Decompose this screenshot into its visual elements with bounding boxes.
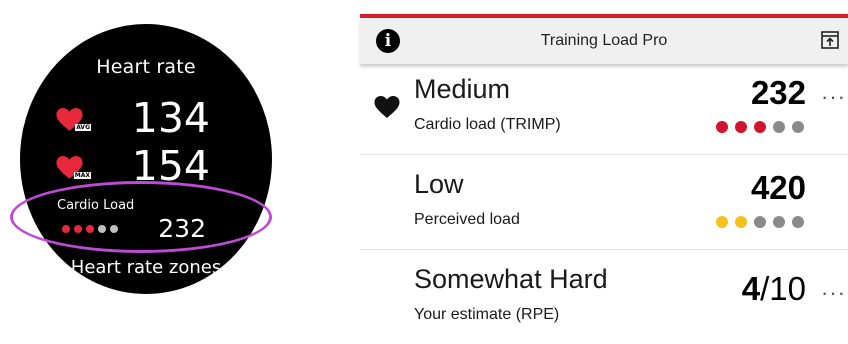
level-dot — [735, 216, 747, 228]
level-dot — [716, 121, 728, 133]
row-subtitle: Your estimate (RPE) — [414, 306, 560, 323]
heart-icon — [374, 96, 400, 119]
row-title: Low — [414, 169, 464, 199]
level-dot — [792, 216, 804, 228]
level-dot — [735, 121, 747, 133]
rpe-value: 4 — [741, 270, 761, 307]
list-item-rpe[interactable]: Somewhat Hard Your estimate (RPE) 4/10 ·… — [360, 250, 848, 344]
row-value: 420 — [750, 169, 806, 206]
heart-rate-zones-label: Heart rate zones — [70, 257, 222, 278]
app-title: Training Load Pro — [540, 32, 668, 49]
row-subtitle: Cardio load (TRIMP) — [414, 116, 561, 133]
level-dot — [773, 216, 785, 228]
more-options-icon[interactable]: ··· — [821, 84, 846, 110]
list-item-cardio-load[interactable]: Medium Cardio load (TRIMP) 232 ··· — [360, 60, 848, 155]
load-level-dots — [716, 121, 804, 133]
more-options-icon[interactable]: ··· — [821, 280, 846, 306]
watch-face: Heart rate AVG 134 MAX 154 Cardio Load 2… — [20, 24, 272, 294]
level-dot — [716, 216, 728, 228]
app-header: i Training Load Pro — [360, 18, 848, 65]
avg-heart-rate-value: 134 — [131, 94, 210, 142]
row-subtitle: Perceived load — [414, 211, 520, 228]
level-dot — [792, 121, 804, 133]
max-heart-icon: MAX — [56, 156, 91, 180]
level-dot — [754, 121, 766, 133]
load-level-dots — [716, 216, 804, 228]
avg-heart-icon: AVG — [56, 108, 91, 132]
max-tag: MAX — [73, 172, 91, 179]
row-title: Medium — [414, 74, 511, 104]
rpe-scale: /10 — [760, 270, 806, 307]
watch-title: Heart rate — [96, 56, 196, 78]
avg-tag: AVG — [75, 124, 91, 131]
export-icon[interactable] — [820, 30, 840, 50]
row-value: 232 — [750, 74, 806, 111]
list-item-perceived-load[interactable]: Low Perceived load 420 — [360, 155, 848, 250]
row-value: 4/10 — [742, 270, 806, 308]
level-dot — [754, 216, 766, 228]
training-load-pro-panel: i Training Load Pro Medium Cardio load (… — [360, 14, 848, 340]
cardio-load-highlight — [10, 181, 272, 253]
row-title: Somewhat Hard — [414, 264, 608, 294]
level-dot — [773, 121, 785, 133]
